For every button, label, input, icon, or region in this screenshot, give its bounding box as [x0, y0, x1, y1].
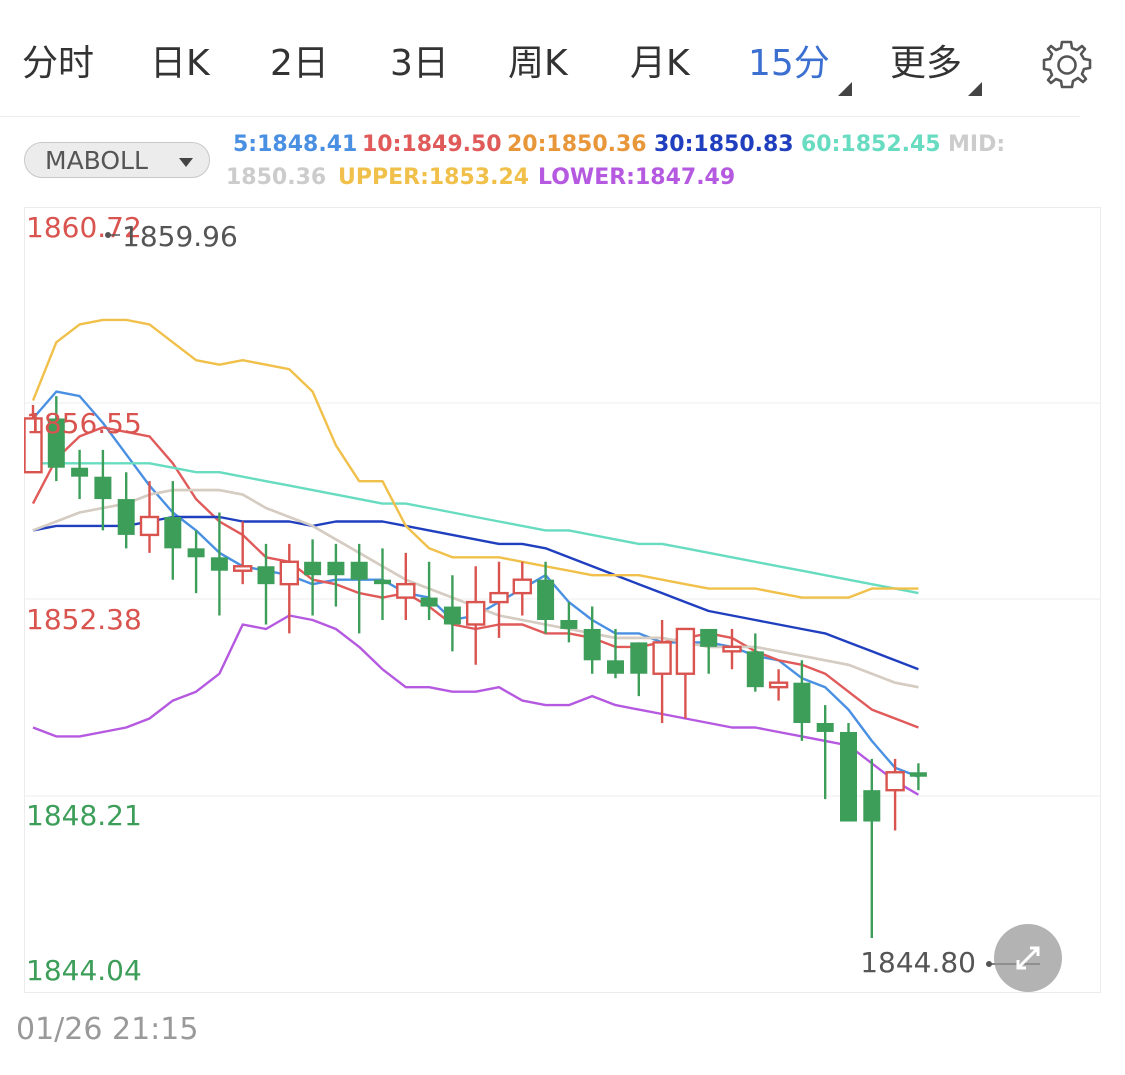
tab-monthly-k[interactable]: 月K — [630, 40, 690, 88]
indicator-selector[interactable]: MABOLL — [24, 142, 210, 178]
timestamp-label: 01/26 21:15 — [16, 1012, 199, 1047]
y-tick-label-1: 1856.55 — [26, 407, 142, 440]
candle-body-8 — [210, 557, 228, 571]
boll-lower-label: LOWER:1847.49 — [538, 165, 736, 190]
candle-body-6 — [164, 516, 182, 549]
candle-body-18 — [443, 606, 461, 625]
tab-2-day[interactable]: 2日 — [270, 40, 329, 88]
gear-icon[interactable] — [1038, 38, 1096, 96]
tab-more[interactable]: 更多 — [890, 40, 962, 88]
period-tab-bar: 分时 日K 2日 3日 周K 月K 15分 更多 — [0, 0, 1092, 117]
tab-15-min[interactable]: 15分 — [748, 40, 830, 88]
candle-body-29 — [700, 628, 718, 647]
kline-chart[interactable]: 1860.72 1856.55 1852.38 1848.21 1844.04 1859.… — [23, 207, 1101, 993]
candle-body-26 — [630, 642, 648, 674]
expand-button[interactable] — [994, 924, 1062, 992]
ma60-label: 60:1852.45 — [801, 132, 941, 157]
candle-body-24 — [583, 628, 601, 661]
candle-body-14 — [350, 561, 368, 580]
y-tick-label-2: 1852.38 — [26, 603, 142, 636]
candle-body-20 — [489, 591, 509, 604]
candle-body-4 — [117, 499, 135, 535]
candle-body-23 — [560, 619, 578, 629]
indicator-selector-label: MABOLL — [45, 146, 148, 175]
candle-body-25 — [607, 660, 624, 674]
tab-daily-k[interactable]: 日K — [150, 40, 210, 88]
candle-body-33 — [793, 682, 811, 723]
candle-body-32 — [768, 681, 789, 689]
ma5-label: 5:1848.41 — [233, 132, 358, 157]
candle-body-34 — [816, 723, 834, 732]
candle-body-3 — [94, 476, 112, 500]
candle-body-13 — [327, 561, 345, 576]
high-annotation-label: 1859.96 — [122, 220, 238, 253]
series-line-upper — [31, 318, 919, 599]
candle-body-35 — [840, 731, 857, 822]
tab-3-day[interactable]: 3日 — [390, 40, 449, 88]
candle-body-12 — [304, 561, 322, 576]
candle-body-9 — [232, 565, 253, 572]
candle-body-38 — [909, 772, 927, 777]
tab-weekly-k[interactable]: 周K — [508, 40, 568, 88]
tab-more-dropdown-icon — [968, 82, 982, 96]
tab-fenshi[interactable]: 分时 — [22, 40, 94, 88]
tab-15-min-dropdown-icon — [838, 82, 852, 96]
ma20-label: 20:1850.36 — [507, 132, 647, 157]
chart-frame — [24, 207, 1101, 993]
candle-body-30 — [722, 645, 742, 653]
candle-body-2 — [71, 467, 89, 477]
y-tick-label-4: 1844.04 — [26, 954, 142, 987]
candle-body-37 — [885, 771, 905, 792]
expand-icon — [1016, 946, 1040, 970]
candle-body-16 — [396, 582, 416, 599]
boll-mid-label: MID: — [948, 132, 1006, 157]
y-tick-label-3: 1848.21 — [26, 799, 142, 832]
candle-body-22 — [537, 579, 555, 620]
boll-upper-label: UPPER:1853.24 — [338, 165, 530, 190]
candle-body-36 — [863, 790, 881, 822]
candle-body-19 — [466, 600, 486, 626]
candle-body-10 — [257, 566, 275, 585]
kline-chart-svg: 1860.721856.551852.381848.211844.041859.… — [23, 207, 1101, 993]
candle-body-28 — [675, 627, 696, 675]
candle-body-5 — [139, 515, 160, 537]
chevron-down-icon — [179, 158, 193, 167]
candle-body-31 — [746, 651, 764, 688]
candle-body-15 — [374, 579, 391, 585]
candle-body-27 — [652, 641, 672, 675]
candle-body-21 — [512, 578, 532, 595]
ma10-label: 10:1849.50 — [362, 132, 502, 157]
candle-body-11 — [279, 560, 299, 586]
candle-body-7 — [187, 548, 205, 558]
boll-mid-value: 1850.36 — [226, 165, 327, 190]
ma30-label: 30:1850.83 — [654, 132, 794, 157]
low-annotation-label: 1844.80 — [860, 946, 976, 979]
candle-body-17 — [420, 597, 438, 607]
